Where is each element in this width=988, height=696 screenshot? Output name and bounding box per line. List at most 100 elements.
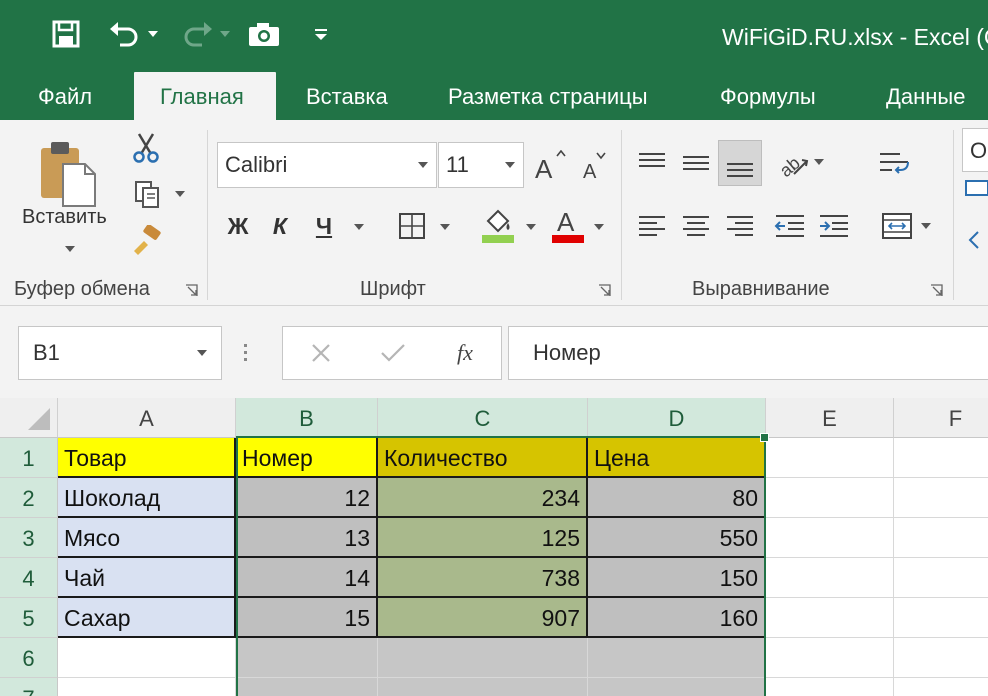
cell-b3[interactable]: 13 (236, 518, 378, 558)
tab-file[interactable]: Файл (38, 72, 92, 120)
copy-button[interactable] (128, 174, 190, 214)
copy-dropdown-icon[interactable] (175, 191, 185, 197)
name-box[interactable]: B1 (18, 326, 222, 380)
row-header-5[interactable]: 5 (0, 598, 58, 638)
font-size-dropdown-icon[interactable] (505, 162, 515, 168)
underline-dropdown-icon[interactable] (354, 224, 364, 230)
fill-color-button[interactable] (476, 204, 520, 248)
increase-decimal-button[interactable] (964, 226, 988, 256)
cell-a2[interactable]: Шоколад (58, 478, 236, 518)
grow-font-button[interactable]: A (532, 146, 568, 186)
increase-indent-button[interactable] (814, 206, 854, 246)
cell-b4[interactable]: 14 (236, 558, 378, 598)
merge-center-button[interactable] (874, 206, 938, 246)
cell-f6[interactable] (894, 638, 988, 678)
align-top-button[interactable] (632, 142, 672, 182)
cell-f4[interactable] (894, 558, 988, 598)
row-header-2[interactable]: 2 (0, 478, 58, 518)
row-header-7[interactable]: 7 (0, 678, 58, 696)
row-header-4[interactable]: 4 (0, 558, 58, 598)
paste-dropdown-icon[interactable] (65, 246, 75, 252)
cell-e1[interactable] (766, 438, 894, 478)
borders-dropdown-icon[interactable] (440, 224, 450, 230)
cell-f5[interactable] (894, 598, 988, 638)
align-bottom-button[interactable] (718, 140, 762, 186)
cell-a4[interactable]: Чай (58, 558, 236, 598)
insert-function-button[interactable]: fx (441, 335, 489, 371)
font-color-button[interactable]: A (548, 204, 588, 248)
cell-a1[interactable]: Товар (58, 438, 236, 478)
cell-c3[interactable]: 125 (378, 518, 588, 558)
font-name-dropdown-icon[interactable] (418, 162, 428, 168)
redo-button[interactable] (176, 14, 234, 54)
alignment-launcher-icon[interactable] (930, 284, 943, 297)
cell-d1[interactable]: Цена (588, 438, 766, 478)
bold-button[interactable]: Ж (220, 206, 256, 246)
cell-b7[interactable] (236, 678, 378, 696)
column-header-d[interactable]: D (588, 398, 766, 438)
row-header-6[interactable]: 6 (0, 638, 58, 678)
cell-e5[interactable] (766, 598, 894, 638)
column-header-a[interactable]: A (58, 398, 236, 438)
cell-a7[interactable] (58, 678, 236, 696)
orientation-button[interactable]: ab (770, 142, 830, 182)
merge-dropdown-icon[interactable] (921, 223, 931, 229)
column-header-c[interactable]: C (378, 398, 588, 438)
confirm-entry-button[interactable] (373, 335, 413, 371)
underline-button[interactable]: Ч (304, 206, 344, 246)
save-button[interactable] (44, 14, 88, 54)
cell-c6[interactable] (378, 638, 588, 678)
cell-e2[interactable] (766, 478, 894, 518)
cell-f2[interactable] (894, 478, 988, 518)
font-name-box[interactable]: Calibri (217, 142, 437, 188)
clipboard-launcher-icon[interactable] (185, 284, 198, 297)
tab-insert[interactable]: Вставка (306, 72, 388, 120)
cancel-entry-button[interactable] (301, 335, 341, 371)
customize-qat-button[interactable] (306, 14, 336, 54)
cell-c4[interactable]: 738 (378, 558, 588, 598)
cut-button[interactable] (128, 128, 164, 168)
cell-b5[interactable]: 15 (236, 598, 378, 638)
align-center-button[interactable] (676, 206, 716, 246)
cell-e7[interactable] (766, 678, 894, 696)
cell-a6[interactable] (58, 638, 236, 678)
cell-e6[interactable] (766, 638, 894, 678)
font-color-dropdown-icon[interactable] (594, 224, 604, 230)
cell-f1[interactable] (894, 438, 988, 478)
align-middle-button[interactable] (676, 142, 716, 182)
align-right-button[interactable] (720, 206, 760, 246)
format-painter-button[interactable] (128, 220, 164, 260)
paste-label[interactable]: Вставить (22, 206, 107, 229)
cell-a5[interactable]: Сахар (58, 598, 236, 638)
formula-bar-resize-handle[interactable] (244, 344, 248, 362)
cell-b6[interactable] (236, 638, 378, 678)
cell-b1[interactable]: Номер (236, 438, 378, 478)
formula-input[interactable]: Номер (508, 326, 988, 380)
number-format-box[interactable]: О (962, 128, 988, 172)
cell-d6[interactable] (588, 638, 766, 678)
cell-d2[interactable]: 80 (588, 478, 766, 518)
undo-button[interactable] (104, 14, 162, 54)
cell-e4[interactable] (766, 558, 894, 598)
undo-dropdown-icon[interactable] (148, 31, 158, 37)
cell-b2[interactable]: 12 (236, 478, 378, 518)
cell-c2[interactable]: 234 (378, 478, 588, 518)
fill-handle[interactable] (760, 433, 769, 442)
row-header-3[interactable]: 3 (0, 518, 58, 558)
borders-button[interactable] (392, 206, 432, 246)
tab-data[interactable]: Данные (886, 72, 965, 120)
tab-home[interactable]: Главная (134, 72, 276, 120)
wrap-text-button[interactable] (874, 144, 914, 184)
cell-f7[interactable] (894, 678, 988, 696)
column-header-e[interactable]: E (766, 398, 894, 438)
italic-button[interactable]: К (262, 206, 298, 246)
tab-page-layout[interactable]: Разметка страницы (448, 72, 648, 120)
shrink-font-button[interactable]: A (576, 146, 612, 186)
redo-dropdown-icon[interactable] (220, 31, 230, 37)
decrease-indent-button[interactable] (770, 206, 810, 246)
font-launcher-icon[interactable] (598, 284, 611, 297)
column-header-f[interactable]: F (894, 398, 988, 438)
paste-button[interactable] (28, 132, 108, 212)
font-size-box[interactable]: 11 (438, 142, 524, 188)
cell-c7[interactable] (378, 678, 588, 696)
